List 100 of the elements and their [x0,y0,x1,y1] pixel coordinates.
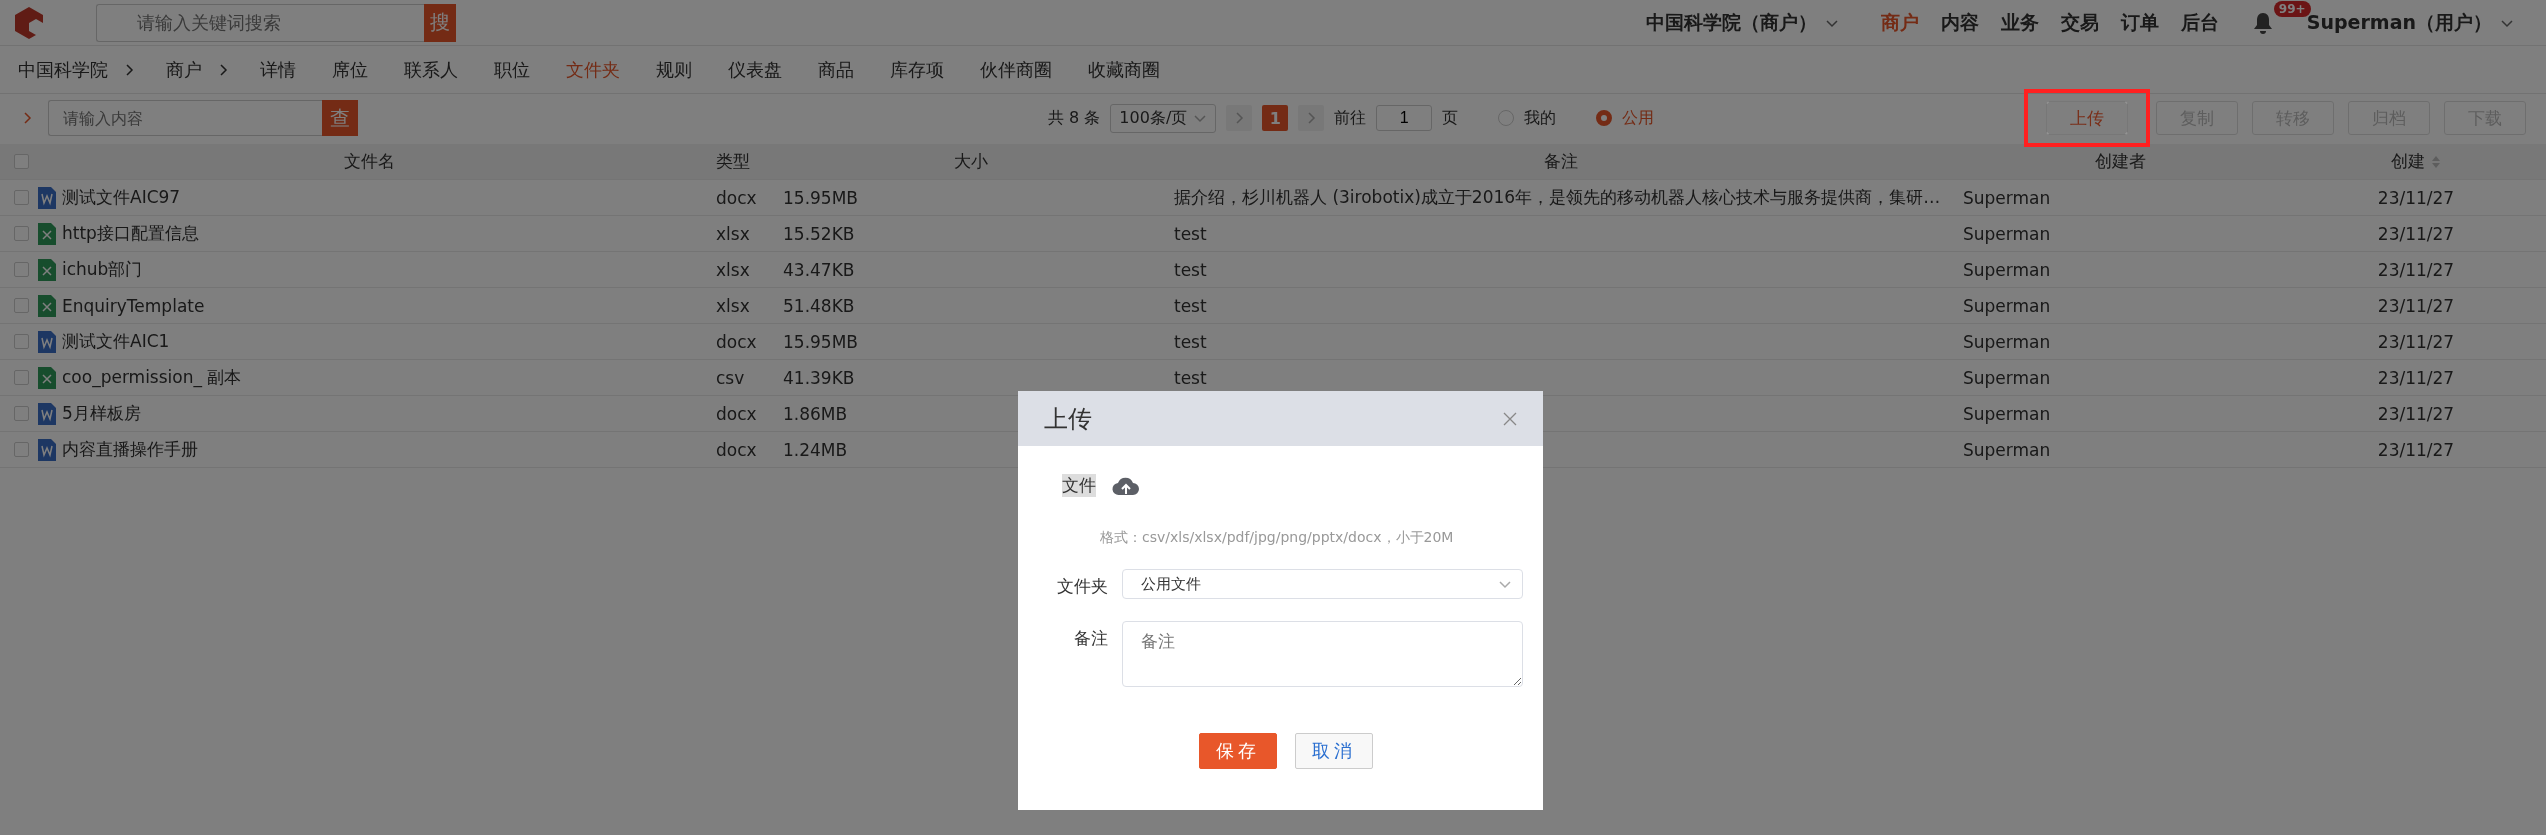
spreadsheet-file-icon [38,294,56,317]
checkbox[interactable] [14,262,29,277]
table-cell: test [1174,367,1207,388]
table-cell: 15.95MB [783,187,858,208]
close-icon[interactable] [1503,411,1517,426]
breadcrumb-item[interactable]: 中国科学院 [18,57,108,82]
table-cell: 23/11/27 [2377,223,2455,244]
table-cell: 23/11/27 [2377,403,2455,424]
tab[interactable]: 收藏商圈 [1088,57,1160,82]
cloud-upload-icon[interactable] [1112,475,1140,496]
page-number[interactable]: 1 [1262,105,1289,131]
checkbox[interactable] [14,370,29,385]
menu-item[interactable]: 后台 [2180,9,2219,36]
table-cell: 15.95MB [783,331,858,352]
file-name[interactable]: 内容直播操作手册 [62,438,198,461]
table-cell: docx [716,439,757,460]
table-cell: 41.39KB [783,367,855,388]
table-cell: 23/11/27 [2377,439,2455,460]
radio-label: 我的 [1524,107,1557,129]
search-field[interactable]: 请输入内容 [48,100,322,136]
tab[interactable]: 规则 [656,57,692,82]
organization-name[interactable]: 中国科学院（商户） [1645,9,1817,36]
table-cell: xlsx [716,259,750,280]
table-cell: 43.47KB [783,259,855,280]
menu-item[interactable]: 业务 [2000,9,2039,36]
tab[interactable]: 伙伴商圈 [980,57,1052,82]
note-label: 备注 [1073,627,1108,650]
table-cell: test [1174,331,1207,352]
table-cell: Superman [1963,403,2051,424]
sort-icon[interactable] [2431,154,2441,169]
tab[interactable]: 文件夹 [566,57,620,82]
table-cell: 23/11/27 [2377,187,2455,208]
tab[interactable]: 商品 [818,57,854,82]
tab[interactable]: 席位 [332,57,368,82]
table-cell: 据介绍，杉川机器人 (3irobotix)成立于2016年，是领先的移动机器人核心技术与服务提供商，集研… [1174,186,1941,209]
folder-label: 文件夹 [1056,575,1108,598]
column-header: 类型 [716,150,750,173]
table-cell: Superman [1963,439,2051,460]
folder-select[interactable]: 公用文件 [1122,569,1523,599]
checkbox[interactable] [14,406,29,421]
spreadsheet-file-icon [38,222,56,245]
radio-button[interactable] [1596,110,1613,126]
table-cell: docx [716,331,757,352]
cancel-button[interactable]: 取消 [1294,733,1373,769]
checkbox[interactable] [14,154,29,169]
file-name[interactable]: EnquiryTemplate [62,295,205,316]
menu-item[interactable]: 订单 [2120,9,2159,36]
next-page-button[interactable] [1298,105,1325,131]
menu-item[interactable]: 交易 [2060,9,2099,36]
menu-item[interactable]: 内容 [1940,9,1979,36]
tab[interactable]: 职位 [494,57,530,82]
table-cell: 15.52KB [783,223,855,244]
radio-button[interactable] [1498,110,1515,126]
page-size-select[interactable]: 100条/页 [1110,103,1217,133]
word-file-icon [38,438,56,461]
bell-icon[interactable] [2252,11,2273,34]
file-name[interactable]: 测试文件AIC1 [62,330,170,353]
table-cell: Superman [1963,295,2051,316]
breadcrumb-item[interactable]: 商户 [166,57,202,82]
word-file-icon [38,186,56,209]
table-cell: xlsx [716,295,750,316]
table-cell: Superman [1963,223,2051,244]
note-field[interactable]: 备注 [1122,621,1523,687]
checkbox[interactable] [14,334,29,349]
file-name[interactable]: ichub部门 [62,258,143,281]
previous-page-button[interactable] [1226,105,1253,131]
spreadsheet-file-icon [38,258,56,281]
file-name[interactable]: 测试文件AIC97 [62,186,181,209]
file-name[interactable]: http接口配置信息 [62,222,199,245]
query-button[interactable]: 查 [322,100,358,136]
file-name[interactable]: coo_permission_ 副本 [62,366,242,389]
search-field[interactable]: 请输入关键词搜索 [96,3,424,42]
column-header: 大小 [953,150,988,173]
goto-label: 前往 [1334,107,1367,129]
checkbox[interactable] [14,226,29,241]
tab[interactable]: 库存项 [890,57,944,82]
table-cell: test [1174,223,1207,244]
table-cell: Superman [1963,187,2051,208]
checkbox[interactable] [14,442,29,457]
word-file-icon [38,330,56,353]
checkbox[interactable] [14,298,29,313]
checkbox[interactable] [14,190,29,205]
save-button[interactable]: 保存 [1198,733,1277,769]
file-name[interactable]: 5月样板房 [62,402,141,425]
table-cell: 23/11/27 [2377,331,2455,352]
tab[interactable]: 联系人 [404,57,458,82]
table-cell: Superman [1963,331,2051,352]
column-header: 创建 [2391,150,2441,173]
logo [12,5,46,40]
page-input[interactable]: 1 [1376,105,1433,131]
table-cell: docx [716,403,757,424]
table-cell: 23/11/27 [2377,367,2455,388]
menu-item[interactable]: 商户 [1880,9,1919,36]
action-button[interactable]: 上传 [2046,101,2128,135]
tab[interactable]: 仪表盘 [728,57,782,82]
word-file-icon [38,402,56,425]
tab[interactable]: 详情 [260,57,296,82]
search-button[interactable]: 搜 [424,3,456,42]
table-cell: 1.24MB [783,439,848,460]
table-cell: 1.86MB [783,403,848,424]
